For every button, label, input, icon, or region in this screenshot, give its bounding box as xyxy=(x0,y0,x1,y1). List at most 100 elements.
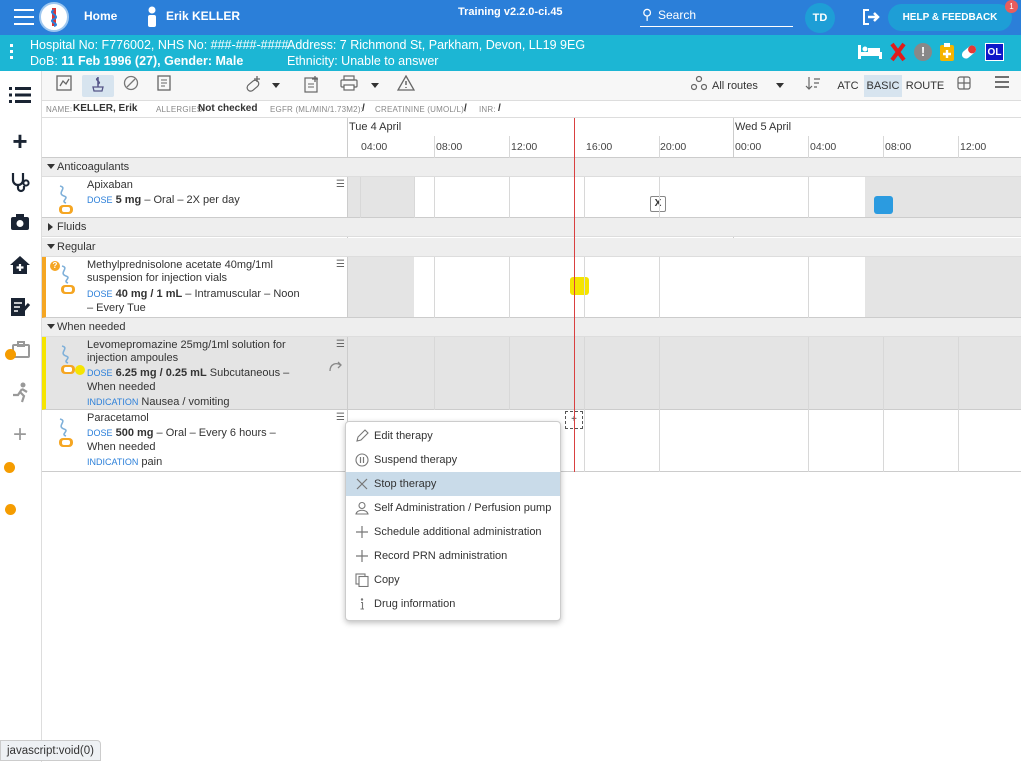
add-icon[interactable]: + xyxy=(8,128,32,154)
collapse-arrow-icon xyxy=(47,164,55,169)
medication-form-icon xyxy=(56,343,85,375)
grid-line xyxy=(883,337,884,410)
bed-icon[interactable] xyxy=(857,43,883,61)
patient-info-strip: NAME: KELLER, Erik ALLERGIES: Not checke… xyxy=(42,101,1021,118)
shaded-period xyxy=(348,257,414,317)
copy-icon xyxy=(355,573,369,588)
patient-name-link[interactable]: Erik KELLER xyxy=(166,9,240,23)
print-dropdown-icon[interactable] xyxy=(369,75,381,97)
time-label: 08:00 xyxy=(885,141,912,153)
group-when-needed[interactable]: When needed xyxy=(42,318,1021,337)
user-avatar[interactable]: TD xyxy=(805,3,835,33)
patient-banner: Hospital No: F776002, NHS No: ###-###-##… xyxy=(0,35,1021,71)
route-tab[interactable]: ROUTE xyxy=(905,75,945,97)
medication-info[interactable]: Paracetamol DOSE 500 mg – Oral – Every 6… xyxy=(42,410,348,471)
stop-therapy-menu-item[interactable]: Stop therapy xyxy=(346,472,560,496)
grid-line xyxy=(434,257,435,318)
more-menu-icon[interactable] xyxy=(992,75,1012,97)
creatinine-label: CREATININE (UMOL/L): xyxy=(375,105,467,114)
scheduled-dose-marker[interactable] xyxy=(874,196,893,214)
hamburger-menu-icon[interactable] xyxy=(14,9,34,25)
search-field[interactable]: ⚲ Search xyxy=(640,4,793,27)
basic-tab[interactable]: BASIC xyxy=(864,75,902,97)
suspend-therapy-menu-item[interactable]: Suspend therapy xyxy=(346,448,560,472)
clipboard-plus-icon[interactable] xyxy=(939,42,955,62)
redo-icon[interactable] xyxy=(328,359,344,373)
row-menu-icon[interactable]: ☰ xyxy=(336,339,345,350)
row-menu-icon[interactable]: ☰ xyxy=(336,259,345,270)
locked-add-icon[interactable]: + xyxy=(8,423,32,447)
person-icon xyxy=(355,501,369,515)
record-prn-menu-item[interactable]: Record PRN administration xyxy=(346,544,560,568)
grid-line xyxy=(434,136,435,158)
chart-view-icon[interactable] xyxy=(54,75,74,97)
add-medication-icon[interactable] xyxy=(242,75,264,97)
highlighted-dose-marker[interactable] xyxy=(570,277,589,295)
prescription-view-icon[interactable] xyxy=(82,75,114,97)
routes-dropdown-icon[interactable] xyxy=(774,75,786,97)
dose-value: 5 mg xyxy=(115,194,142,206)
alert-x-icon[interactable] xyxy=(890,42,906,62)
grid-line xyxy=(659,177,660,218)
medication-row[interactable]: Levomepromazine 25mg/1ml solution for in… xyxy=(42,337,1021,410)
locked-runner-icon[interactable] xyxy=(8,381,32,405)
no-entry-icon[interactable] xyxy=(120,75,142,97)
grid-line xyxy=(509,257,510,318)
group-label: When needed xyxy=(57,321,126,333)
medication-info[interactable]: Levomepromazine 25mg/1ml solution for in… xyxy=(46,337,348,409)
stethoscope-icon[interactable] xyxy=(8,171,32,195)
missed-dose-marker[interactable]: X xyxy=(650,196,666,212)
medication-indication: INDICATION pain xyxy=(87,455,307,469)
medication-name: Levomepromazine 25mg/1ml solution for in… xyxy=(87,339,286,364)
logout-icon[interactable] xyxy=(861,8,881,26)
sort-icon[interactable] xyxy=(804,75,822,97)
help-feedback-button[interactable]: HELP & FEEDBACK xyxy=(888,4,1012,31)
warning-triangle-icon[interactable] xyxy=(395,74,417,97)
ol-badge[interactable]: OL xyxy=(985,43,1004,61)
group-anticoagulants[interactable]: Anticoagulants xyxy=(42,158,1021,177)
timeline-header: Tue 4 April Wed 5 April 04:00 08:00 12:0… xyxy=(42,118,1021,158)
search-icon: ⚲ xyxy=(642,6,653,22)
medication-row[interactable]: ? Methylprednisolone acetate 40mg/1ml su… xyxy=(42,257,1021,318)
grid-line xyxy=(434,337,435,410)
pill-icon[interactable] xyxy=(959,43,979,61)
medication-info[interactable]: Apixaban DOSE 5 mg – Oral – 2X per day ☰ xyxy=(42,177,348,217)
medication-info[interactable]: ? Methylprednisolone acetate 40mg/1ml su… xyxy=(46,257,348,317)
print-icon[interactable] xyxy=(338,75,360,97)
add-medication-dropdown-icon[interactable] xyxy=(270,75,282,97)
grid-line xyxy=(509,177,510,218)
document-icon[interactable] xyxy=(154,75,174,97)
grid-settings-icon[interactable] xyxy=(954,75,974,97)
home-link[interactable]: Home xyxy=(84,9,117,23)
group-fluids[interactable]: Fluids xyxy=(42,218,1021,237)
camera-icon[interactable] xyxy=(8,213,32,237)
group-regular[interactable]: Regular xyxy=(42,238,1021,257)
warning-circle-icon[interactable]: ! xyxy=(914,43,932,61)
menu-item-label: Drug information xyxy=(374,598,456,610)
grid-line xyxy=(509,136,510,158)
grid-line xyxy=(659,257,660,318)
row-menu-icon[interactable]: ☰ xyxy=(336,179,345,190)
collapse-arrow-icon xyxy=(47,324,55,329)
home-medical-icon[interactable] xyxy=(8,254,32,278)
time-label: 08:00 xyxy=(436,141,463,153)
kebab-menu-icon[interactable] xyxy=(10,44,14,62)
indication-value: pain xyxy=(141,456,163,468)
row-menu-icon[interactable]: ☰ xyxy=(336,412,345,423)
drug-information-menu-item[interactable]: Drug information xyxy=(346,592,560,616)
medication-form-icon xyxy=(56,263,80,294)
edit-therapy-menu-item[interactable]: Edit therapy xyxy=(346,424,560,448)
list-icon[interactable] xyxy=(8,86,32,110)
grid-line xyxy=(659,136,660,158)
search-label: Search xyxy=(658,8,697,22)
add-document-icon[interactable] xyxy=(302,75,322,97)
date-label: Tue 4 April xyxy=(349,121,402,133)
copy-menu-item[interactable]: Copy xyxy=(346,568,560,592)
atc-tab[interactable]: ATC xyxy=(834,75,862,97)
medication-row[interactable]: Apixaban DOSE 5 mg – Oral – 2X per day ☰… xyxy=(42,177,1021,218)
person-icon xyxy=(146,6,158,28)
dose-label: DOSE xyxy=(87,368,113,378)
self-administration-menu-item[interactable]: Self Administration / Perfusion pump xyxy=(346,496,560,520)
edit-document-icon[interactable] xyxy=(8,296,32,320)
schedule-additional-menu-item[interactable]: Schedule additional administration xyxy=(346,520,560,544)
